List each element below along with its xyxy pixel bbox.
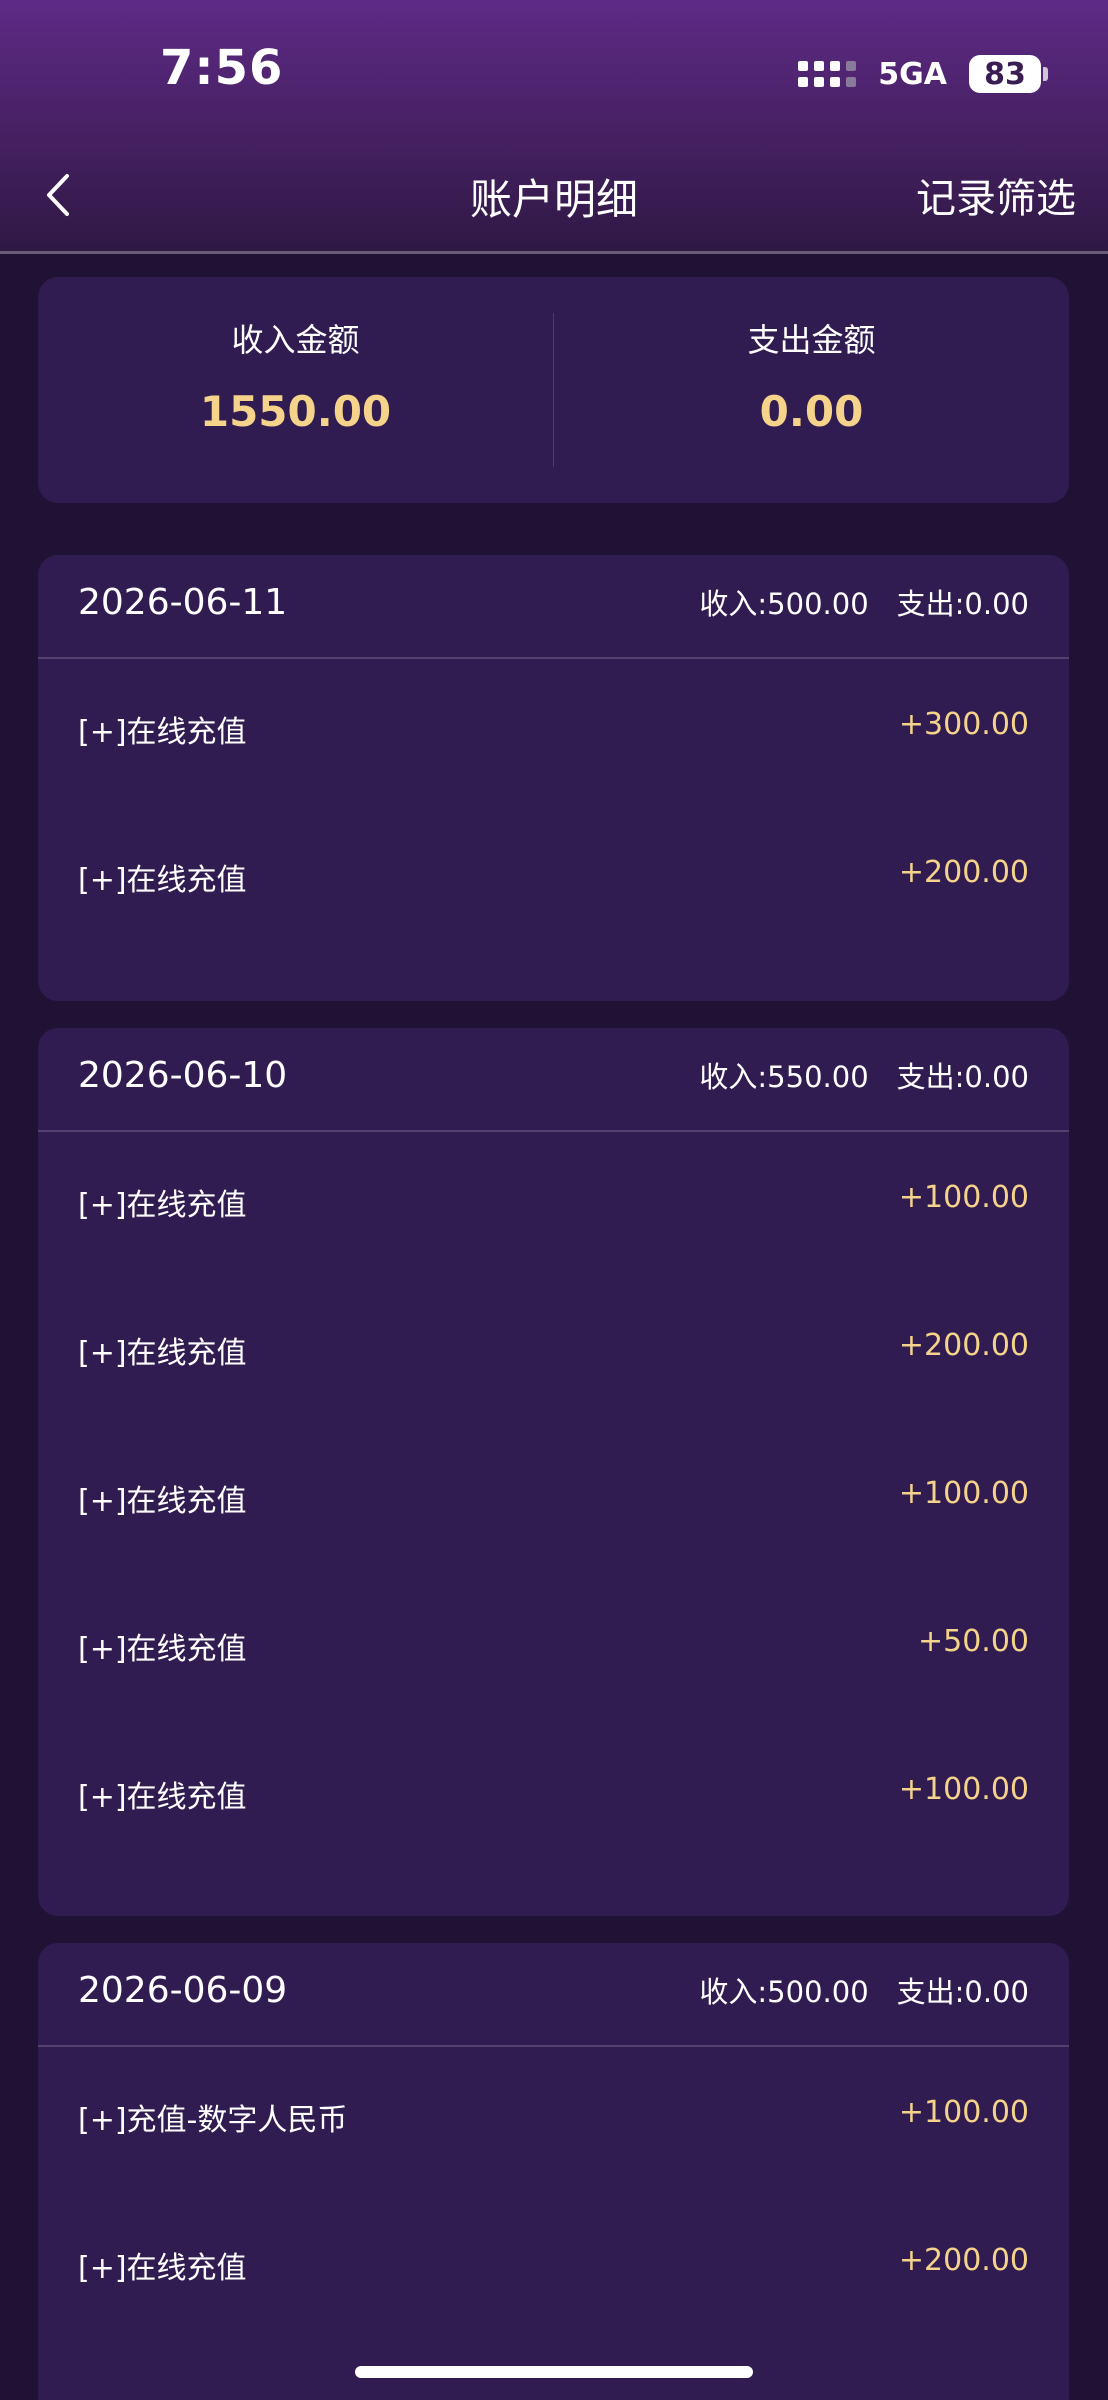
- signal-icon: [798, 61, 857, 87]
- expense-label: 支出金额: [747, 321, 876, 359]
- day-stats: 收入:500.00 支出:0.00: [699, 581, 1029, 623]
- transaction-title: [+]在线充值: [78, 1188, 247, 1223]
- transaction-amount: +300.00: [898, 707, 1029, 742]
- transaction-row[interactable]: [+]在线充值 +100.00: [38, 1724, 1069, 1872]
- day-stats: 收入:550.00 支出:0.00: [699, 1054, 1029, 1096]
- income-label: 收入金额: [231, 321, 360, 359]
- transaction-amount: +100.00: [898, 1772, 1029, 1807]
- day-income: 收入:550.00: [699, 1060, 869, 1094]
- day-date: 2026-06-10: [78, 1054, 288, 1096]
- day-group: 2026-06-11 收入:500.00 支出:0.00 [+]在线充值 +30…: [38, 555, 1069, 1001]
- day-date: 2026-06-09: [78, 1969, 288, 2011]
- summary-card: 收入金额 1550.00 支出金额 0.00: [38, 277, 1069, 503]
- transaction-amount: +100.00: [898, 1180, 1029, 1215]
- transaction-amount: +100.00: [898, 2095, 1029, 2130]
- transaction-title: [+]在线充值: [78, 1780, 247, 1815]
- day-stats: 收入:500.00 支出:0.00: [699, 1969, 1029, 2011]
- battery-icon: 83: [969, 55, 1048, 93]
- transaction-amount: +200.00: [898, 2243, 1029, 2278]
- day-header: 2026-06-11 收入:500.00 支出:0.00: [38, 555, 1069, 659]
- day-expense: 支出:0.00: [896, 587, 1029, 621]
- transaction-title: [+]在线充值: [78, 2251, 247, 2286]
- transaction-amount: +200.00: [898, 1328, 1029, 1363]
- transaction-row[interactable]: [+]在线充值 +50.00: [38, 1576, 1069, 1724]
- status-icons: 5GA 83: [798, 52, 1048, 96]
- day-group: 2026-06-09 收入:500.00 支出:0.00 [+]充值-数字人民币…: [38, 1943, 1069, 2400]
- transaction-row[interactable]: [+]充值-数字人民币 +100.00: [38, 2047, 1069, 2195]
- day-expense: 支出:0.00: [896, 1975, 1029, 2009]
- transaction-row[interactable]: [+]在线充值 +200.00: [38, 2195, 1069, 2343]
- day-income: 收入:500.00: [699, 1975, 869, 2009]
- header: 7:56 5GA 83 账户明细 记录筛选: [0, 0, 1108, 254]
- day-header: 2026-06-09 收入:500.00 支出:0.00: [38, 1943, 1069, 2047]
- transaction-title: [+]在线充值: [78, 1632, 247, 1667]
- transaction-row[interactable]: [+]在线充值 +100.00: [38, 1428, 1069, 1576]
- battery-level: 83: [969, 55, 1041, 93]
- expense-value: 0.00: [759, 387, 864, 436]
- income-value: 1550.00: [199, 387, 392, 436]
- transaction-amount: +50.00: [917, 1624, 1029, 1659]
- filter-button[interactable]: 记录筛选: [916, 166, 1076, 224]
- day-group: 2026-06-10 收入:550.00 支出:0.00 [+]在线充值 +10…: [38, 1028, 1069, 1916]
- day-income: 收入:500.00: [699, 587, 869, 621]
- transaction-row[interactable]: [+]在线充值 +300.00: [38, 659, 1069, 807]
- transaction-row[interactable]: [+]在线充值 +200.00: [38, 807, 1069, 955]
- transaction-amount: +100.00: [898, 1476, 1029, 1511]
- transaction-title: [+]在线充值: [78, 1336, 247, 1371]
- day-header: 2026-06-10 收入:550.00 支出:0.00: [38, 1028, 1069, 1132]
- home-indicator[interactable]: [355, 2366, 753, 2378]
- network-label: 5GA: [878, 56, 947, 92]
- transaction-row[interactable]: [+]在线充值 +100.00: [38, 1132, 1069, 1280]
- status-time: 7:56: [160, 40, 284, 96]
- transaction-amount: +200.00: [898, 855, 1029, 890]
- transaction-title: [+]充值-数字人民币: [78, 2103, 348, 2138]
- day-date: 2026-06-11: [78, 581, 288, 623]
- day-expense: 支出:0.00: [896, 1060, 1029, 1094]
- transaction-row[interactable]: [+]在线充值 +200.00: [38, 1280, 1069, 1428]
- transaction-title: [+]在线充值: [78, 715, 247, 750]
- income-summary: 收入金额 1550.00: [38, 277, 553, 503]
- expense-summary: 支出金额 0.00: [554, 277, 1069, 503]
- transaction-title: [+]在线充值: [78, 1484, 247, 1519]
- transaction-title: [+]在线充值: [78, 863, 247, 898]
